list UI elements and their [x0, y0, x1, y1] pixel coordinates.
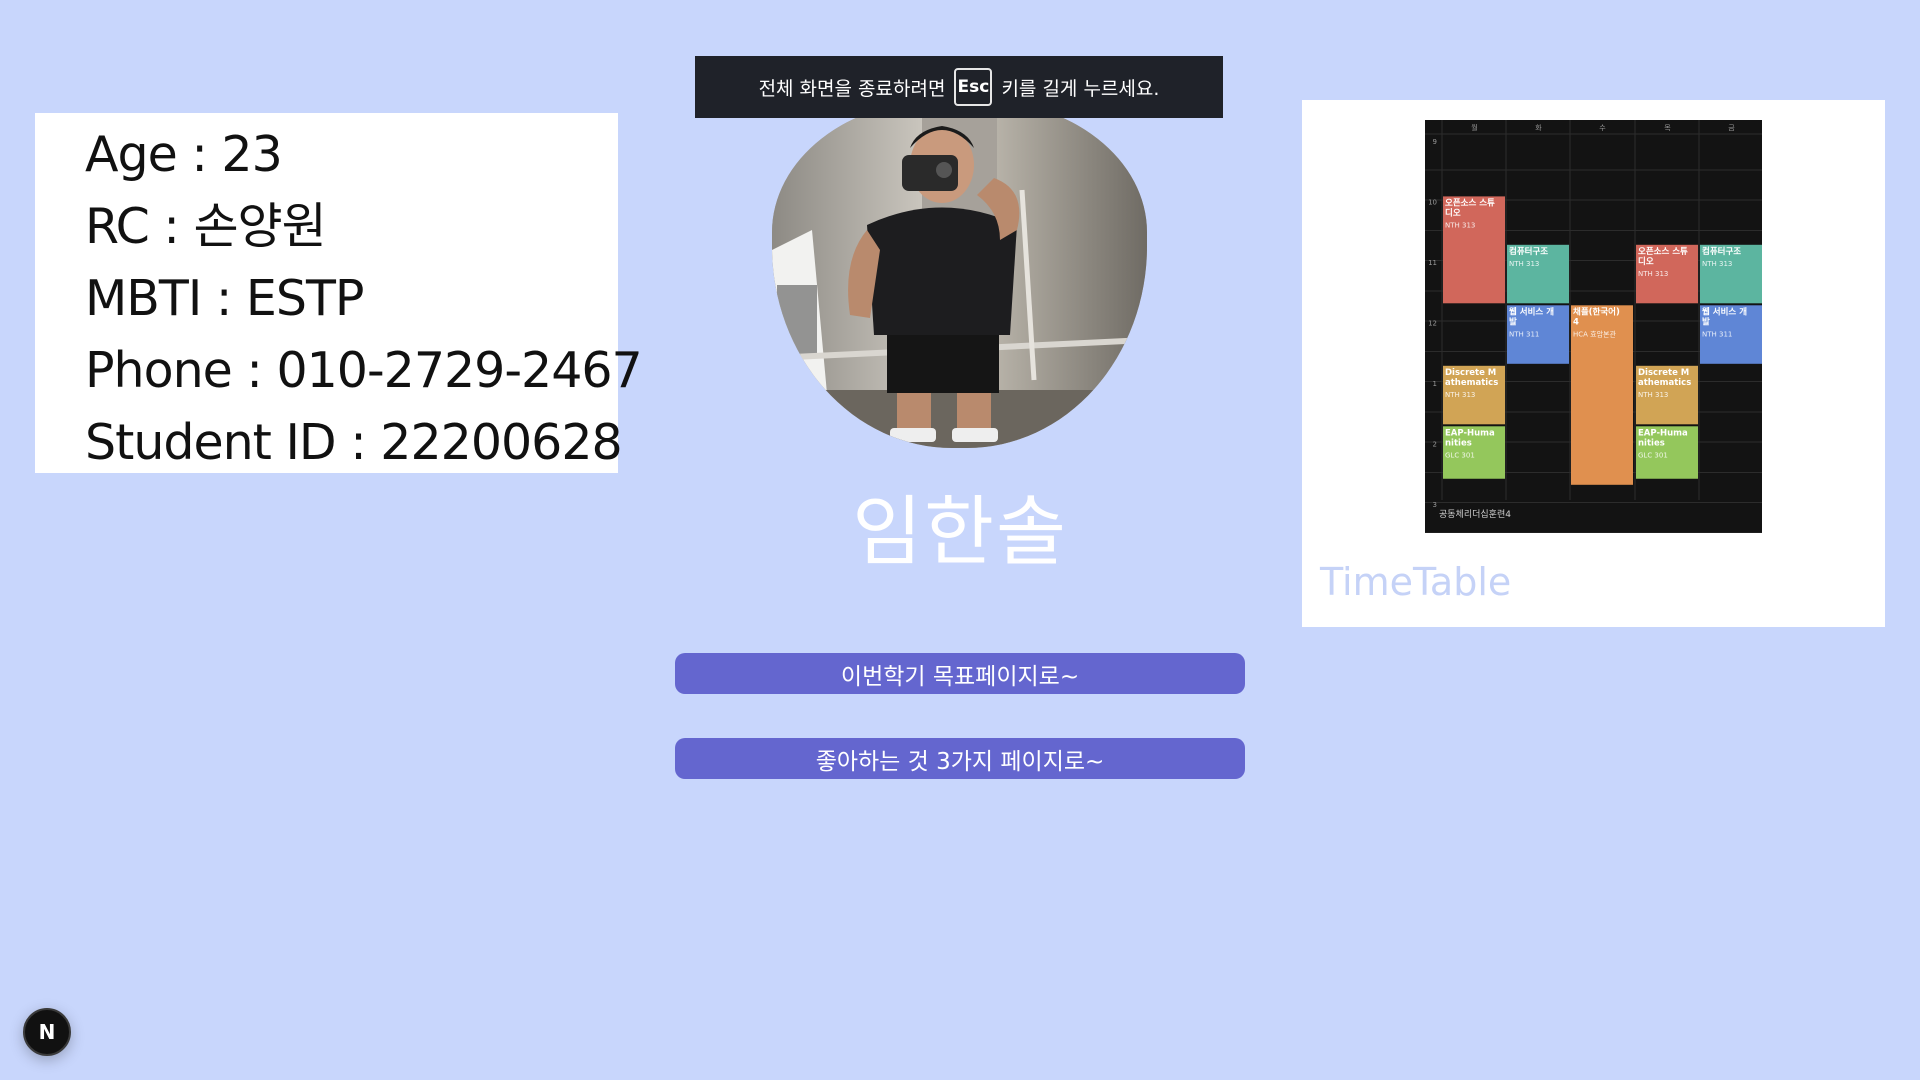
svg-text:발: 발 [1509, 316, 1517, 327]
profile-photo [772, 100, 1147, 448]
svg-text:NTH 313: NTH 313 [1445, 391, 1475, 399]
svg-text:NTH 311: NTH 311 [1702, 330, 1732, 338]
timetable-day-label: 금 [1728, 124, 1735, 132]
svg-text:athematics: athematics [1445, 378, 1498, 388]
svg-text:GLC 301: GLC 301 [1638, 451, 1668, 459]
timetable-hour-label: 2 [1433, 441, 1437, 449]
student-id-text: Student ID : 22200628 [85, 414, 623, 471]
timetable-hour-label: 11 [1428, 259, 1437, 267]
timetable-course-block: 채플(한국어)4 HCA 효암본관 [1571, 305, 1633, 485]
svg-text:컴퓨터구조: 컴퓨터구조 [1702, 246, 1741, 257]
phone-text: Phone : 010-2729-2467 [85, 342, 643, 399]
svg-text:athematics: athematics [1638, 378, 1691, 388]
svg-text:EAP-Huma: EAP-Huma [1445, 428, 1495, 438]
svg-text:오픈소스 스튜: 오픈소스 스튜 [1638, 247, 1688, 257]
svg-text:오픈소스 스튜: 오픈소스 스튜 [1445, 198, 1495, 208]
svg-text:nities: nities [1638, 438, 1665, 448]
profile-name: 임한솔 [852, 487, 1068, 576]
timetable-course-block: 컴퓨터구조 NTH 313 [1507, 244, 1569, 304]
toast-text-before: 전체 화면을 종료하려면 [758, 77, 946, 100]
svg-text:4: 4 [1573, 317, 1579, 327]
timetable-image: 월화수목금 910111212345 오픈소스 스튜디오NTH 313오픈소스 … [1425, 120, 1762, 533]
timetable-day-label: 화 [1535, 124, 1542, 132]
timetable-course-block: Discrete Mathematics NTH 313 [1443, 365, 1505, 425]
timetable-day-label: 목 [1664, 124, 1671, 132]
svg-text:NTH 313: NTH 313 [1638, 270, 1668, 278]
svg-text:nities: nities [1445, 438, 1472, 448]
svg-text:GLC 301: GLC 301 [1445, 451, 1475, 459]
nextjs-dev-badge[interactable]: N [23, 1008, 71, 1056]
mbti-text: MBTI : ESTP [85, 270, 364, 327]
fullscreen-exit-toast: 전체 화면을 종료하려면 Esc 키를 길게 누르세요. [695, 56, 1223, 118]
svg-text:웹 서비스 개: 웹 서비스 개 [1702, 306, 1747, 317]
profile-info-card: Age : 23 RC : 손양원 MBTI : ESTP Phone : 01… [35, 113, 643, 473]
svg-text:웹 서비스 개: 웹 서비스 개 [1509, 306, 1554, 317]
timetable-course-block: 오픈소스 스튜디오 NTH 313 [1636, 244, 1698, 304]
timetable-card: 월화수목금 910111212345 오픈소스 스튜디오NTH 313오픈소스 … [1302, 100, 1885, 627]
toast-text-after: 키를 길게 누르세요. [1001, 77, 1160, 100]
svg-text:NTH 311: NTH 311 [1509, 330, 1539, 338]
goals-page-button[interactable]: 이번학기 목표페이지로~ [675, 653, 1245, 694]
timetable-course-block: Discrete Mathematics NTH 313 [1636, 365, 1698, 425]
timetable-day-label: 수 [1599, 124, 1606, 132]
timetable-course-block: EAP-Humanities GLC 301 [1443, 426, 1505, 479]
timetable-course-block: 컴퓨터구조 NTH 313 [1700, 244, 1762, 304]
svg-text:EAP-Huma: EAP-Huma [1638, 428, 1688, 438]
timetable-caption: TimeTable [1320, 560, 1512, 604]
svg-text:컴퓨터구조: 컴퓨터구조 [1509, 246, 1548, 257]
timetable-course-block: 오픈소스 스튜디오 NTH 313 [1443, 196, 1505, 304]
timetable-hour-label: 10 [1428, 199, 1437, 207]
timetable-hour-label: 1 [1433, 380, 1437, 388]
rc-text: RC : 손양원 [85, 198, 327, 255]
timetable-hour-label: 12 [1428, 320, 1437, 328]
svg-text:디오: 디오 [1445, 207, 1461, 218]
svg-text:NTH 313: NTH 313 [1702, 260, 1732, 268]
timetable-course-block: 웹 서비스 개발 NTH 311 [1507, 305, 1569, 364]
age-text: Age : 23 [85, 126, 283, 183]
svg-text:Discrete M: Discrete M [1445, 368, 1496, 378]
svg-text:HCA 효암본관: HCA 효암본관 [1573, 329, 1616, 338]
timetable-hour-label: 9 [1433, 138, 1437, 146]
svg-text:채플(한국어): 채플(한국어) [1573, 306, 1620, 317]
timetable-day-label: 월 [1471, 123, 1477, 132]
svg-text:NTH 313: NTH 313 [1509, 260, 1539, 268]
timetable-course-block: 웹 서비스 개발 NTH 311 [1700, 305, 1762, 364]
svg-text:NTH 313: NTH 313 [1445, 221, 1475, 229]
esc-key-badge: Esc [954, 68, 993, 106]
timetable-course-block: EAP-Humanities GLC 301 [1636, 426, 1698, 479]
svg-text:Discrete M: Discrete M [1638, 368, 1689, 378]
svg-text:발: 발 [1702, 316, 1710, 327]
favorites-page-button[interactable]: 좋아하는 것 3가지 페이지로~ [675, 738, 1245, 779]
svg-text:디오: 디오 [1638, 256, 1654, 267]
svg-text:NTH 313: NTH 313 [1638, 391, 1668, 399]
timetable-hour-label: 3 [1433, 501, 1437, 509]
timetable-footer: 공동체리더십훈련4 [1439, 508, 1511, 520]
